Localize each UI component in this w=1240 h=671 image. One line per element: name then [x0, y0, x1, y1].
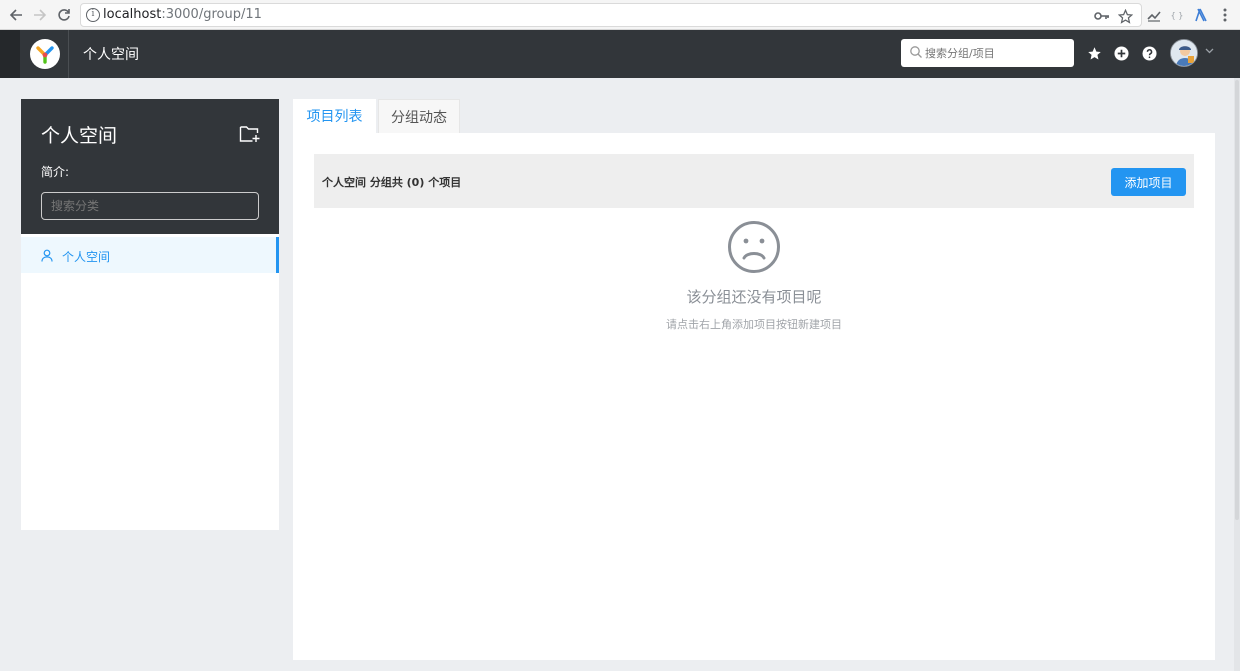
- forward-icon[interactable]: [29, 4, 51, 26]
- category-search[interactable]: [41, 192, 259, 220]
- info-icon[interactable]: i: [86, 8, 100, 22]
- header-title[interactable]: 个人空间: [83, 44, 139, 64]
- menu-icon[interactable]: [1216, 6, 1234, 24]
- header-divider: [68, 30, 69, 78]
- header-edge: [0, 30, 20, 78]
- back-icon[interactable]: [5, 4, 27, 26]
- browser-toolbar: i localhost:3000/group/11 { }: [0, 0, 1240, 30]
- user-icon: [41, 249, 53, 262]
- caret-down-icon[interactable]: [1205, 46, 1214, 57]
- tab-group-activity[interactable]: 分组动态: [378, 99, 460, 133]
- app-header: 个人空间: [0, 30, 1240, 78]
- category-search-input[interactable]: [42, 193, 258, 219]
- sidebar-item-label: 个人空间: [62, 250, 111, 264]
- url-text: localhost:3000/group/11: [103, 7, 262, 22]
- reload-icon[interactable]: [53, 4, 75, 26]
- address-bar[interactable]: i localhost:3000/group/11: [80, 3, 1142, 27]
- add-project-button[interactable]: 添加项目: [1111, 168, 1186, 196]
- project-count-text: 个人空间 分组共 (0) 个项目: [322, 176, 462, 189]
- empty-state-title: 该分组还没有项目呢: [686, 288, 822, 306]
- group-title: 个人空间: [41, 125, 118, 147]
- global-search[interactable]: [901, 39, 1074, 67]
- scrollbar-thumb[interactable]: [1235, 80, 1239, 520]
- project-list-panel: 个人空间 分组共 (0) 个项目 添加项目 该分组还没有项目呢 请点击右上角添加…: [293, 133, 1215, 660]
- extension-icon[interactable]: [1192, 6, 1210, 24]
- url-host: localhost: [103, 7, 162, 22]
- sidebar-item-personal-space[interactable]: 个人空间: [21, 237, 279, 273]
- extension-icon[interactable]: { }: [1168, 6, 1186, 24]
- search-icon: [910, 46, 922, 58]
- add-folder-icon[interactable]: [239, 125, 261, 143]
- group-description-label: 简介:: [41, 165, 70, 179]
- question-icon[interactable]: [1140, 44, 1158, 62]
- group-info-panel: 个人空间 简介:: [21, 99, 279, 234]
- empty-state-description: 请点击右上角添加项目按钮新建项目: [666, 318, 842, 331]
- tab-project-list[interactable]: 项目列表: [293, 99, 376, 133]
- logo[interactable]: [30, 39, 60, 69]
- extension-icon[interactable]: [1145, 6, 1163, 24]
- group-list: 个人空间: [21, 234, 279, 530]
- page-scrollbar[interactable]: [1234, 78, 1240, 671]
- global-search-input[interactable]: [925, 43, 1067, 63]
- avatar[interactable]: [1170, 39, 1198, 67]
- sad-face-icon: [727, 220, 781, 274]
- star-icon[interactable]: [1117, 8, 1133, 24]
- url-path: :3000/group/11: [161, 7, 262, 22]
- plus-circle-icon[interactable]: [1112, 44, 1130, 62]
- key-icon[interactable]: [1094, 8, 1110, 24]
- project-summary-bar: 个人空间 分组共 (0) 个项目 添加项目: [314, 154, 1194, 208]
- star-icon[interactable]: [1085, 44, 1103, 62]
